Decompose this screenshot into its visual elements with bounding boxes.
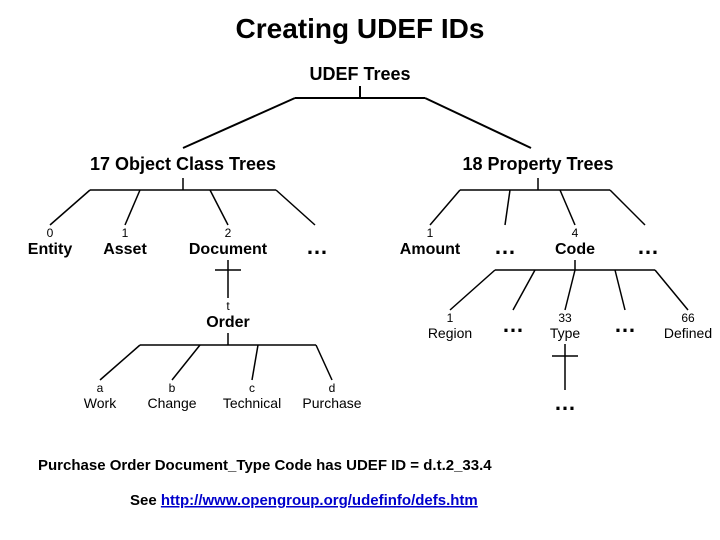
- entity-label: Entity: [28, 241, 73, 258]
- order-leg-b: [172, 345, 200, 380]
- see-url-link[interactable]: http://www.opengroup.org/udefinfo/defs.h…: [161, 492, 478, 509]
- asset-label: Asset: [103, 241, 147, 258]
- code-leg-0: [450, 270, 495, 310]
- see-prefix: See: [130, 492, 161, 509]
- technical-label: Technical: [223, 395, 281, 411]
- order-leg-c: [252, 345, 258, 380]
- code-leg-3: [615, 270, 625, 310]
- code-num: 4: [572, 226, 579, 240]
- objects-ellipsis: …: [306, 234, 328, 259]
- left-leg-1: [125, 190, 140, 225]
- page-title: Creating UDEF IDs: [236, 13, 485, 44]
- code-ellipsis-2: …: [614, 312, 636, 337]
- purchase-num: d: [329, 381, 336, 395]
- code-leg-1: [513, 270, 535, 310]
- code-label: Code: [555, 241, 595, 258]
- footer-sentence: Purchase Order Document_Type Code has UD…: [38, 457, 492, 474]
- root-to-right: [425, 98, 531, 148]
- amount-num: 1: [427, 226, 434, 240]
- change-label: Change: [147, 395, 196, 411]
- technical-num: c: [249, 381, 255, 395]
- entity-num: 0: [47, 226, 54, 240]
- diagram-canvas: Creating UDEF IDs UDEF Trees 17 Object C…: [0, 0, 720, 540]
- code-leg-4: [655, 270, 688, 310]
- right-leg-1: [505, 190, 510, 225]
- properties-ellipsis-1: …: [494, 234, 516, 259]
- type-num: 33: [558, 311, 572, 325]
- region-label: Region: [428, 325, 472, 341]
- change-num: b: [169, 381, 176, 395]
- right-leg-3: [610, 190, 645, 225]
- order-leg-d: [316, 345, 332, 380]
- right-leg-0: [430, 190, 460, 225]
- order-leg-a: [100, 345, 140, 380]
- left-leg-3: [276, 190, 315, 225]
- properties-ellipsis-2: …: [637, 234, 659, 259]
- left-leg-2: [210, 190, 228, 225]
- defined-num: 66: [681, 311, 695, 325]
- root-label: UDEF Trees: [309, 64, 410, 84]
- document-label: Document: [189, 241, 268, 258]
- type-ellipsis: …: [554, 390, 576, 415]
- amount-label: Amount: [400, 241, 461, 258]
- defined-label: Defined: [664, 325, 712, 341]
- code-ellipsis-1: …: [502, 312, 524, 337]
- type-label: Type: [550, 325, 581, 341]
- root-to-left: [183, 98, 295, 148]
- order-num: t: [226, 299, 230, 313]
- purchase-label: Purchase: [302, 395, 361, 411]
- work-label: Work: [84, 395, 117, 411]
- see-line: See http://www.opengroup.org/udefinfo/de…: [130, 492, 478, 509]
- left-leg-0: [50, 190, 90, 225]
- code-leg-2: [565, 270, 575, 310]
- right-leg-2: [560, 190, 575, 225]
- region-num: 1: [447, 311, 454, 325]
- order-label: Order: [206, 314, 250, 331]
- asset-num: 1: [122, 226, 129, 240]
- document-num: 2: [225, 226, 232, 240]
- left-branch-label: 17 Object Class Trees: [90, 154, 276, 174]
- work-num: a: [97, 381, 104, 395]
- right-branch-label: 18 Property Trees: [462, 154, 613, 174]
